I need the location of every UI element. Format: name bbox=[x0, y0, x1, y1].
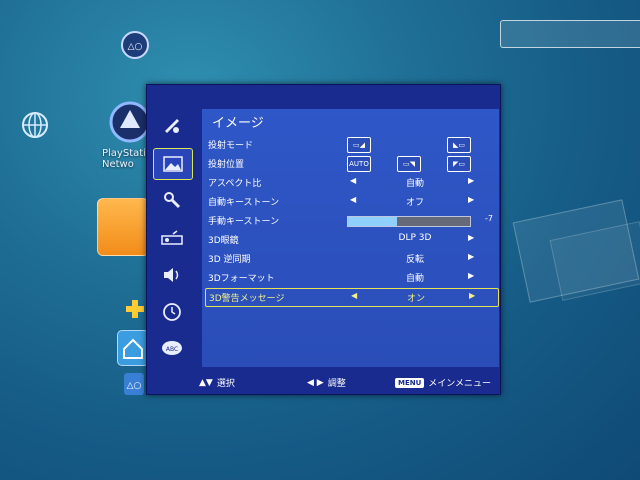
osd-sidebar: ABC bbox=[147, 85, 199, 394]
playstation-network-label: PlayStati Netwo bbox=[102, 148, 146, 170]
right-arrow-icon[interactable]: ▶ bbox=[468, 271, 474, 280]
row-value: 反転 bbox=[405, 255, 424, 265]
row-value: オフ bbox=[405, 198, 424, 208]
svg-text:△○: △○ bbox=[127, 381, 142, 391]
row-label: 投射位置 bbox=[208, 160, 245, 170]
ps-plus-icon[interactable] bbox=[124, 298, 146, 324]
ps-avatar-icon[interactable]: △○ bbox=[120, 30, 150, 64]
row-value: オン bbox=[406, 294, 425, 304]
osd-content: イメージ 投射モード ▭◢ ◣▭ 投射位置 AUTO ▭◥ ◤▭ アスペクト比 … bbox=[202, 109, 499, 367]
up-down-arrows-icon: ▲▼ bbox=[199, 377, 213, 388]
select-hint-label: 選択 bbox=[216, 379, 235, 389]
home-tile[interactable] bbox=[117, 330, 149, 366]
main-menu-hint: MENU メインメニュー bbox=[395, 376, 491, 389]
top-right-field[interactable] bbox=[500, 20, 640, 48]
row-label: 3D警告メッセージ bbox=[209, 294, 285, 304]
row-manual-keystone[interactable]: 手動キーストーン -7 bbox=[205, 212, 497, 229]
row-aspect-ratio[interactable]: アスペクト比 ◀ 自動 ▶ bbox=[205, 174, 497, 191]
clock-icon[interactable] bbox=[153, 297, 191, 327]
right-arrow-icon[interactable]: ▶ bbox=[469, 291, 475, 300]
globe-icon[interactable] bbox=[20, 110, 50, 144]
adjust-hint-label: 調整 bbox=[327, 379, 346, 389]
keystone-slider[interactable] bbox=[347, 216, 471, 227]
row-3d-glasses[interactable]: 3D眼鏡 DLP 3D ▶ bbox=[205, 231, 497, 248]
row-auto-keystone[interactable]: 自動キーストーン ◀ オフ ▶ bbox=[205, 193, 497, 210]
right-arrow-icon[interactable]: ▶ bbox=[468, 195, 474, 204]
right-arrow-icon[interactable]: ▶ bbox=[468, 176, 474, 185]
row-label: 自動キーストーン bbox=[208, 198, 280, 208]
left-arrow-icon[interactable]: ◀ bbox=[351, 291, 357, 300]
rear-ceiling-icon[interactable]: ◤▭ bbox=[447, 156, 471, 172]
row-value: 自動 bbox=[405, 274, 424, 284]
right-arrow-icon[interactable]: ▶ bbox=[468, 252, 474, 261]
svg-text:ABC: ABC bbox=[166, 346, 178, 353]
row-label: 3D 逆同期 bbox=[208, 255, 251, 265]
adjust-hint: ◀ ▶ 調整 bbox=[307, 376, 346, 390]
row-3d-sync-invert[interactable]: 3D 逆同期 反転 ▶ bbox=[205, 250, 497, 267]
left-arrow-icon[interactable]: ◀ bbox=[350, 176, 356, 185]
picture-adjust-icon[interactable] bbox=[153, 111, 191, 141]
settings-tools-icon[interactable] bbox=[153, 185, 191, 215]
main-menu-hint-label: メインメニュー bbox=[428, 379, 492, 389]
slider-fill bbox=[348, 217, 397, 226]
row-label: アスペクト比 bbox=[208, 179, 262, 189]
ps-buttons-icon[interactable]: △○ bbox=[124, 373, 144, 399]
row-projection-mode[interactable]: 投射モード ▭◢ ◣▭ bbox=[205, 136, 497, 153]
speech-abc-icon[interactable]: ABC bbox=[153, 334, 191, 364]
osd-hints-bar: ▲▼ 選択 ◀ ▶ 調整 MENU メインメニュー bbox=[199, 372, 498, 392]
image-icon[interactable] bbox=[153, 148, 193, 180]
app-tile-yellow[interactable] bbox=[97, 198, 149, 256]
svg-text:△○: △○ bbox=[128, 42, 143, 52]
slider-value: -7 bbox=[485, 214, 493, 223]
front-ceiling-icon[interactable]: ▭◥ bbox=[397, 156, 421, 172]
row-label: 3Dフォーマット bbox=[208, 274, 275, 284]
left-right-arrows-icon: ◀ ▶ bbox=[307, 377, 324, 388]
row-label: 3D眼鏡 bbox=[208, 236, 239, 246]
row-label: 投射モード bbox=[208, 141, 254, 151]
row-3d-format[interactable]: 3Dフォーマット 自動 ▶ bbox=[205, 269, 497, 286]
rear-table-icon[interactable]: ◣▭ bbox=[447, 137, 471, 153]
row-value: 自動 bbox=[405, 179, 424, 189]
front-table-icon[interactable]: ▭◢ bbox=[347, 137, 371, 153]
page-title: イメージ bbox=[212, 116, 264, 131]
projector-osd-panel: ABC イメージ 投射モード ▭◢ ◣▭ 投射位置 AUTO ▭◥ ◤▭ アスペ… bbox=[146, 84, 501, 395]
projector-icon[interactable] bbox=[153, 223, 191, 253]
menu-button-badge: MENU bbox=[395, 377, 425, 388]
select-hint: ▲▼ 選択 bbox=[199, 376, 235, 390]
left-arrow-icon[interactable]: ◀ bbox=[350, 195, 356, 204]
speaker-icon[interactable] bbox=[153, 260, 191, 290]
auto-icon[interactable]: AUTO bbox=[347, 156, 371, 172]
row-3d-warning-message[interactable]: 3D警告メッセージ ◀ オン ▶ bbox=[205, 288, 499, 307]
right-arrow-icon[interactable]: ▶ bbox=[468, 233, 474, 242]
row-label: 手動キーストーン bbox=[208, 217, 280, 227]
row-projection-position[interactable]: 投射位置 AUTO ▭◥ ◤▭ bbox=[205, 155, 497, 172]
row-value: DLP 3D bbox=[398, 233, 432, 243]
